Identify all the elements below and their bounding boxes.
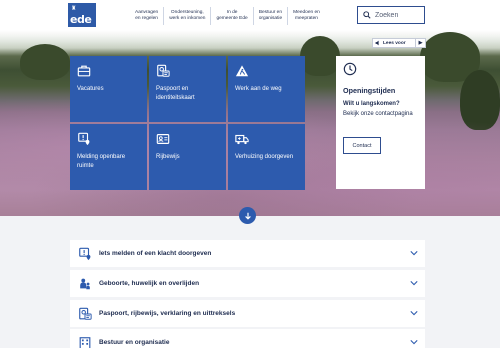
nav-in-de-gemeente[interactable]: In de gemeente Ede: [211, 7, 254, 25]
accordion-item-melden[interactable]: Iets melden of een klacht doorgeven: [70, 240, 425, 267]
tile-label: Melding openbare ruimte: [77, 154, 126, 169]
report-icon: [79, 247, 91, 260]
opening-text: Bekijk onze contactpagina: [343, 111, 413, 117]
ede-logo[interactable]: ♜ ede: [68, 3, 96, 27]
nav-bestuur[interactable]: Bestuur en organisatie: [254, 7, 289, 25]
search-box[interactable]: [357, 6, 425, 24]
scroll-down-button[interactable]: [239, 207, 256, 224]
main-nav: Aanvragen en regelen Ondersteuning, werk e…: [130, 7, 325, 25]
contact-button[interactable]: Contact: [343, 137, 381, 154]
chevron-down-icon[interactable]: [410, 280, 418, 286]
clock-icon: [343, 62, 357, 76]
site-header: ♜ ede Aanvragen en regelen Ondersteuning,…: [0, 0, 500, 30]
accordion-label: Geboorte, huwelijk en overlijden: [99, 280, 200, 287]
nav-meedoen[interactable]: Meedoen en meepraten: [288, 7, 325, 25]
play-icon[interactable]: ▶: [415, 39, 425, 47]
tile-label: Werk aan de weg: [235, 86, 282, 92]
accordion-label: Bestuur en organisatie: [99, 339, 170, 346]
tile-vacatures[interactable]: Vacatures: [70, 56, 147, 122]
tile-label: Rijbewijs: [156, 154, 180, 160]
chevron-down-icon[interactable]: [410, 339, 418, 345]
opening-hours-card: Openingstijden Wilt u langskomen? Bekijk…: [336, 56, 425, 189]
chevron-down-icon[interactable]: [410, 250, 418, 256]
readspeaker-label: Lees voor: [383, 40, 406, 46]
tile-melding-openbare-ruimte[interactable]: Melding openbare ruimte: [70, 124, 147, 190]
chevron-down-icon[interactable]: [410, 310, 418, 316]
opening-question: Wilt u langskomen?: [343, 101, 400, 107]
document-id-icon: [79, 307, 92, 320]
accordion-item-geboorte[interactable]: Geboorte, huwelijk en overlijden: [70, 270, 425, 297]
tile-verhuizing[interactable]: Verhuizing doorgeven: [228, 124, 305, 190]
crest-icon: ♜: [71, 5, 77, 12]
briefcase-icon: [77, 65, 91, 77]
accordion-label: Iets melden of een klacht doorgeven: [99, 250, 212, 257]
accordion-label: Paspoort, rijbewijs, verklaring en uittr…: [99, 310, 236, 317]
readspeaker-button[interactable]: Lees voor ▶: [372, 38, 426, 48]
accordion-item-paspoort[interactable]: Paspoort, rijbewijs, verklaring en uittr…: [70, 300, 425, 327]
family-icon: [80, 278, 90, 289]
passport-icon: [157, 64, 170, 77]
tile-label: Vacatures: [77, 86, 104, 92]
roadwork-icon: [235, 65, 249, 77]
search-input[interactable]: [375, 11, 421, 19]
tile-label: Verhuizing doorgeven: [235, 154, 294, 160]
accordion-item-bestuur[interactable]: Bestuur en organisatie: [70, 329, 425, 348]
moving-truck-icon: [235, 134, 249, 145]
report-location-icon: [78, 132, 90, 146]
speaker-icon: [375, 40, 379, 46]
building-icon: [79, 336, 91, 348]
logo-text: ede: [70, 13, 92, 26]
topics-section: Iets melden of een klacht doorgeven Gebo…: [0, 216, 500, 348]
tile-label: Paspoort en identiteitskaart: [156, 86, 195, 101]
opening-title: Openingstijden: [343, 86, 396, 95]
tile-paspoort[interactable]: Paspoort en identiteitskaart: [149, 56, 226, 122]
tile-rijbewijs[interactable]: Rijbewijs: [149, 124, 226, 190]
id-card-icon: [156, 134, 170, 144]
nav-aanvragen[interactable]: Aanvragen en regelen: [130, 7, 165, 25]
tile-werk-aan-de-weg[interactable]: Werk aan de weg: [228, 56, 305, 122]
nav-ondersteuning[interactable]: Ondersteuning, werk en inkomen: [164, 7, 212, 25]
search-icon: [363, 11, 371, 19]
arrow-down-icon: [244, 212, 251, 220]
